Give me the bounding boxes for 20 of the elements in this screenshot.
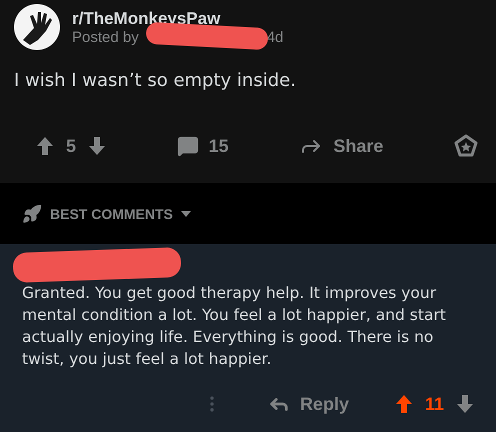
comment-icon bbox=[176, 135, 199, 157]
upvote-icon[interactable] bbox=[394, 394, 413, 414]
post-age: 4d bbox=[266, 28, 284, 46]
downvote-icon[interactable] bbox=[456, 394, 474, 414]
award-icon[interactable] bbox=[454, 134, 478, 158]
downvote-icon[interactable] bbox=[88, 136, 106, 156]
rocket-icon bbox=[22, 204, 42, 224]
caret-icon bbox=[180, 210, 191, 216]
share-button[interactable]: Share bbox=[299, 134, 384, 158]
reply-button[interactable]: Reply bbox=[268, 393, 349, 415]
posted-by-label: Posted by bbox=[72, 28, 139, 46]
upvote-icon[interactable] bbox=[36, 136, 54, 156]
comments-button[interactable]: 15 bbox=[176, 135, 229, 157]
vote-count: 5 bbox=[66, 136, 76, 156]
comment-score: 11 bbox=[424, 394, 444, 414]
comment-text: Granted. You get good therapy help. It improves your mental condition a lot. You feel a lot happier, and start actually enjoying life. Everything is good. There is no twist, you just feel a lot happier. bbox=[22, 283, 447, 370]
subreddit-name[interactable]: r/TheMonkeysPaw bbox=[72, 8, 284, 28]
post-title: I wish I wasn’t so empty inside. bbox=[14, 70, 297, 91]
sort-button[interactable]: BEST COMMENTS bbox=[22, 204, 191, 224]
subreddit-avatar[interactable] bbox=[14, 4, 60, 50]
